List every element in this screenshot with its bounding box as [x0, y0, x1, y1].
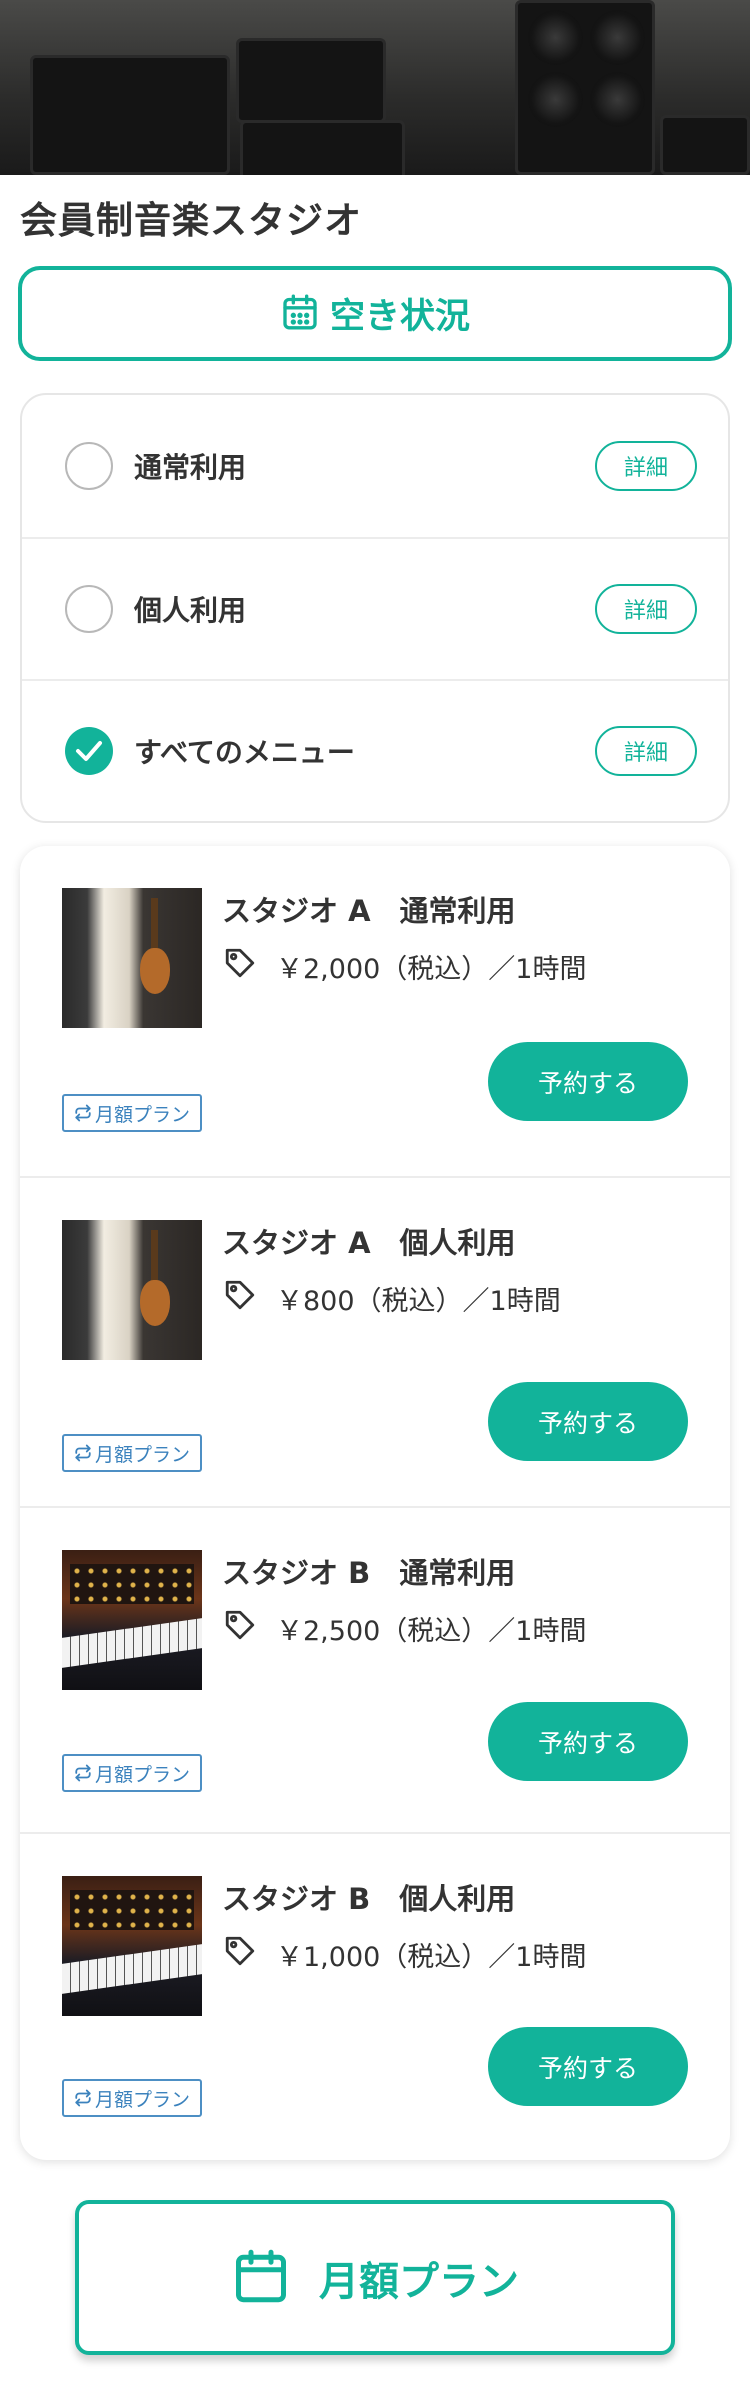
- availability-button[interactable]: 空き状況: [18, 266, 732, 361]
- menu-option-label: 個人利用: [134, 594, 247, 627]
- studio-name: スタジオ A 通常利用: [222, 894, 516, 928]
- repeat-icon: [75, 1444, 91, 1462]
- studio-list: スタジオ A 通常利用 ￥2,000（税込）／1時間 月額プラン 予約する スタ…: [20, 846, 730, 2160]
- reserve-button[interactable]: 予約する: [488, 1042, 688, 1121]
- badge-label: 月額プラン: [94, 2088, 190, 2111]
- monthly-plan-badge: 月額プラン: [62, 1434, 202, 1472]
- menu-option-all[interactable]: すべてのメニュー 詳細: [22, 679, 728, 821]
- badge-label: 月額プラン: [94, 1443, 190, 1466]
- calendar-icon: [231, 2246, 291, 2310]
- tag-icon: [225, 948, 255, 978]
- page-title: 会員制音楽スタジオ: [20, 199, 362, 242]
- menu-option-personal[interactable]: 個人利用 詳細: [22, 537, 728, 679]
- studio-thumbnail: [62, 1550, 202, 1690]
- menu-option-regular[interactable]: 通常利用 詳細: [22, 395, 728, 537]
- studio-price: ￥800（税込）／1時間: [276, 1286, 561, 1317]
- reserve-button[interactable]: 予約する: [488, 1382, 688, 1461]
- studio-name: スタジオ A 個人利用: [222, 1226, 516, 1260]
- tag-icon: [225, 1610, 255, 1640]
- studio-price: ￥2,500（税込）／1時間: [276, 1616, 587, 1647]
- monthly-plan-badge: 月額プラン: [62, 1754, 202, 1792]
- studio-list-item: スタジオ B 個人利用 ￥1,000（税込）／1時間 月額プラン 予約する: [20, 1832, 730, 2160]
- tag-icon: [225, 1936, 255, 1966]
- studio-thumbnail: [62, 888, 202, 1028]
- detail-button[interactable]: 詳細: [595, 726, 697, 776]
- studio-list-item: スタジオ A 個人利用 ￥800（税込）／1時間 月額プラン 予約する: [20, 1176, 730, 1506]
- reserve-button[interactable]: 予約する: [488, 2027, 688, 2106]
- monthly-plan-badge: 月額プラン: [62, 2079, 202, 2117]
- studio-list-item: スタジオ B 通常利用 ￥2,500（税込）／1時間 月額プラン 予約する: [20, 1506, 730, 1832]
- radio-button[interactable]: [65, 585, 113, 633]
- studio-thumbnail: [62, 1876, 202, 2016]
- studio-list-item: スタジオ A 通常利用 ￥2,000（税込）／1時間 月額プラン 予約する: [20, 846, 730, 1176]
- studio-price: ￥1,000（税込）／1時間: [276, 1942, 587, 1973]
- studio-thumbnail: [62, 1220, 202, 1360]
- radio-button-checked[interactable]: [65, 727, 113, 775]
- monthly-plan-button[interactable]: 月額プラン: [75, 2200, 675, 2355]
- repeat-icon: [75, 2089, 91, 2107]
- badge-label: 月額プラン: [94, 1763, 190, 1786]
- badge-label: 月額プラン: [94, 1103, 190, 1126]
- studio-name: スタジオ B 個人利用: [222, 1882, 516, 1916]
- calendar-icon: [280, 292, 320, 336]
- monthly-plan-button-label: 月額プラン: [319, 2258, 519, 2305]
- tag-icon: [225, 1280, 255, 1310]
- availability-button-label: 空き状況: [329, 297, 470, 337]
- studio-name: スタジオ B 通常利用: [222, 1556, 516, 1590]
- studio-price: ￥2,000（税込）／1時間: [276, 954, 587, 985]
- repeat-icon: [75, 1104, 91, 1122]
- radio-button[interactable]: [65, 442, 113, 490]
- repeat-icon: [75, 1764, 91, 1782]
- menu-option-label: 通常利用: [134, 451, 247, 484]
- menu-option-label: すべてのメニュー: [134, 736, 355, 769]
- detail-button[interactable]: 詳細: [595, 441, 697, 491]
- reserve-button[interactable]: 予約する: [488, 1702, 688, 1781]
- menu-filter-card: 通常利用 詳細 個人利用 詳細 すべてのメニュー 詳細: [20, 393, 730, 823]
- checkmark-icon: [76, 741, 102, 761]
- detail-button[interactable]: 詳細: [595, 584, 697, 634]
- monthly-plan-badge: 月額プラン: [62, 1094, 202, 1132]
- hero-image: [0, 0, 750, 175]
